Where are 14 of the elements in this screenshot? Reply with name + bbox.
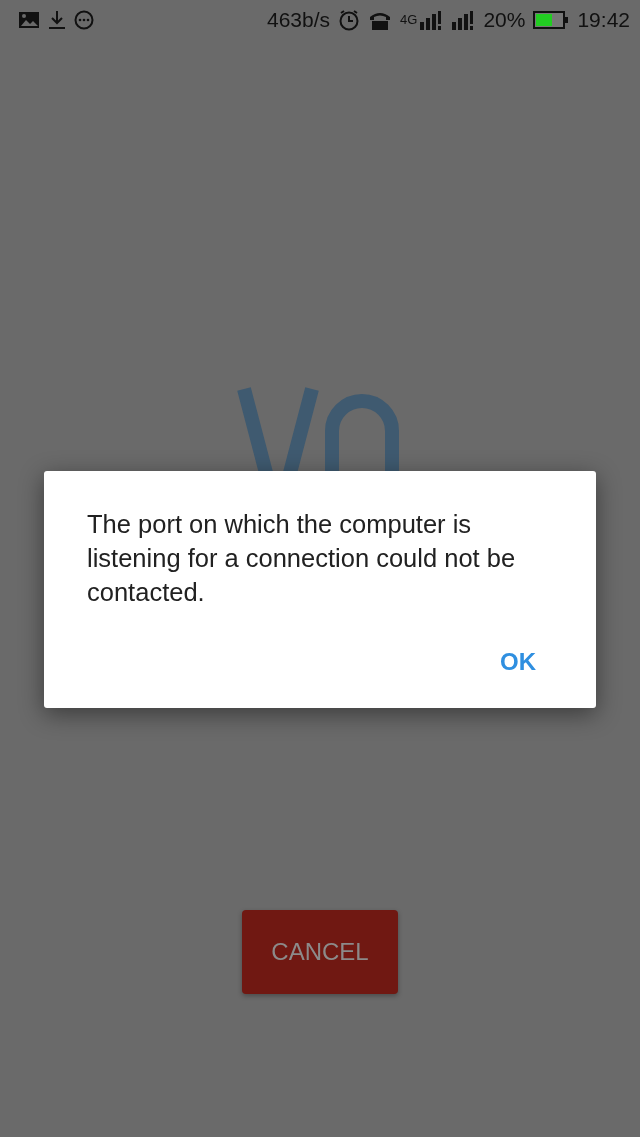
- battery-icon: [533, 10, 570, 30]
- cancel-button[interactable]: CANCEL: [242, 910, 398, 994]
- download-icon: [48, 10, 66, 30]
- ok-button[interactable]: OK: [484, 638, 552, 686]
- clock-time: 19:42: [577, 7, 630, 34]
- image-icon: [18, 11, 40, 29]
- more-icon: [74, 10, 94, 30]
- dialog-message: The port on which the computer is listening for a connection could not be contacted.: [87, 509, 517, 608]
- signal-icon: [451, 10, 476, 30]
- alarm-icon: [338, 9, 361, 31]
- battery-percent: 20%: [483, 7, 526, 34]
- network-type: 4G: [400, 11, 418, 30]
- network-speed: 463b/s: [267, 7, 331, 34]
- signal-icon: [419, 10, 444, 30]
